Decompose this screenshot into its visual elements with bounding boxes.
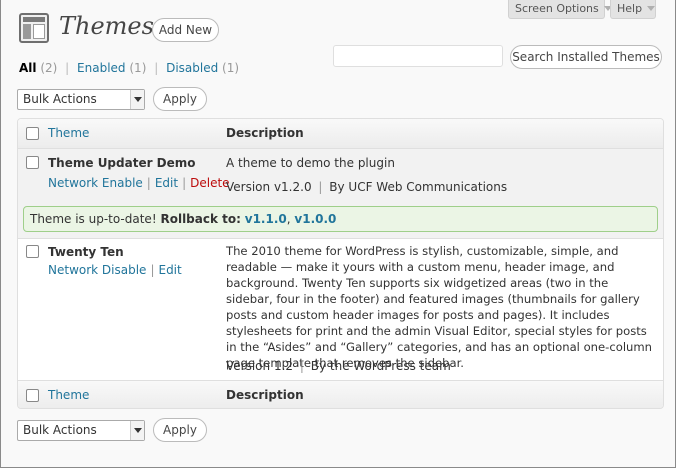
screen-options-tab[interactable]: Screen Options [508, 0, 612, 19]
row-actions: Network Disable | Edit [48, 263, 182, 277]
network-disable-link[interactable]: Network Disable [48, 263, 146, 277]
table-row: Twenty Ten Network Disable | Edit The 2010… [18, 238, 663, 380]
row-checkbox[interactable] [26, 245, 39, 258]
filter-enabled-count: (1) [129, 61, 147, 75]
divider: | [146, 176, 151, 190]
filter-enabled-label: Enabled [77, 61, 126, 75]
theme-version: Version 1.2 [226, 359, 294, 373]
column-theme-footer[interactable]: Theme [48, 388, 89, 402]
status-filters: All (2) | Enabled (1) | Disabled (1) [19, 61, 239, 75]
search-input[interactable] [333, 45, 503, 67]
rollback-link-v110[interactable]: v1.1.0 [245, 212, 287, 226]
screen-options-label: Screen Options [515, 2, 599, 15]
themes-icon [19, 13, 49, 43]
theme-name: Theme Updater Demo [48, 156, 196, 170]
help-label: Help [617, 2, 643, 15]
theme-name: Twenty Ten [48, 245, 124, 259]
rollback-label: Rollback to: [160, 212, 241, 226]
divider: | [299, 359, 304, 373]
bulk-actions-value: Bulk Actions [23, 92, 97, 106]
edit-link[interactable]: Edit [155, 176, 178, 190]
table-footer: Theme Description [18, 380, 663, 408]
theme-version: Version v1.2.0 [226, 180, 312, 194]
column-description-footer: Description [226, 388, 304, 402]
chevron-down-icon [647, 6, 656, 11]
edit-link[interactable]: Edit [158, 263, 181, 277]
chevron-down-icon [130, 90, 144, 109]
divider: | [318, 180, 323, 194]
bulk-actions-select-top[interactable]: Bulk Actions [17, 89, 145, 110]
theme-version-author: Version v1.2.0 | By UCF Web Communicatio… [226, 179, 656, 195]
delete-link[interactable]: Delete [190, 176, 229, 190]
filter-all-label: All [19, 61, 37, 75]
row-checkbox[interactable] [26, 156, 39, 169]
column-theme[interactable]: Theme [48, 126, 89, 140]
bulk-actions-value: Bulk Actions [23, 423, 97, 437]
table-row: Theme Updater Demo Network Enable | Edit | D… [18, 149, 663, 205]
row-actions: Network Enable | Edit | Delete [48, 176, 230, 190]
divider: | [154, 61, 159, 75]
filter-disabled-count: (1) [222, 61, 240, 75]
add-new-button[interactable]: Add New [152, 18, 219, 42]
theme-author: By the WordPress team [310, 359, 451, 373]
update-notice: Theme is up-to-date! Rollback to: v1.1.0… [23, 206, 658, 232]
bulk-actions-select-bottom[interactable]: Bulk Actions [17, 420, 145, 441]
select-all-checkbox[interactable] [26, 127, 39, 140]
select-all-checkbox-footer[interactable] [26, 389, 39, 402]
apply-button-bottom[interactable]: Apply [153, 418, 207, 442]
rollback-link-v100[interactable]: v1.0.0 [294, 212, 336, 226]
page-title: Themes [59, 12, 154, 40]
network-enable-link[interactable]: Network Enable [48, 176, 143, 190]
theme-description: The 2010 theme for WordPress is stylish,… [226, 244, 653, 370]
search-installed-themes-button[interactable]: Search Installed Themes [510, 45, 662, 69]
filter-disabled[interactable]: Disabled [166, 61, 218, 75]
filter-enabled[interactable]: Enabled [77, 61, 126, 75]
column-description: Description [226, 126, 304, 140]
apply-button-top[interactable]: Apply [153, 87, 207, 111]
divider: | [182, 176, 187, 190]
help-tab[interactable]: Help [610, 0, 656, 19]
divider: | [65, 61, 70, 75]
divider: | [150, 263, 155, 277]
filter-all[interactable]: All [19, 61, 37, 75]
table-header: Theme Description [18, 119, 663, 149]
theme-description: A theme to demo the plugin [226, 156, 395, 170]
theme-author: By UCF Web Communications [329, 180, 508, 194]
filter-disabled-label: Disabled [166, 61, 219, 75]
update-notice-row: Theme is up-to-date! Rollback to: v1.1.0… [18, 205, 663, 238]
filter-all-count: (2) [40, 61, 58, 75]
theme-version-author: Version 1.2 | By the WordPress team [226, 358, 656, 374]
update-status-text: Theme is up-to-date! [30, 212, 157, 226]
chevron-down-icon [130, 421, 144, 440]
themes-table: Theme Description Theme Updater Demo Net… [17, 118, 664, 409]
